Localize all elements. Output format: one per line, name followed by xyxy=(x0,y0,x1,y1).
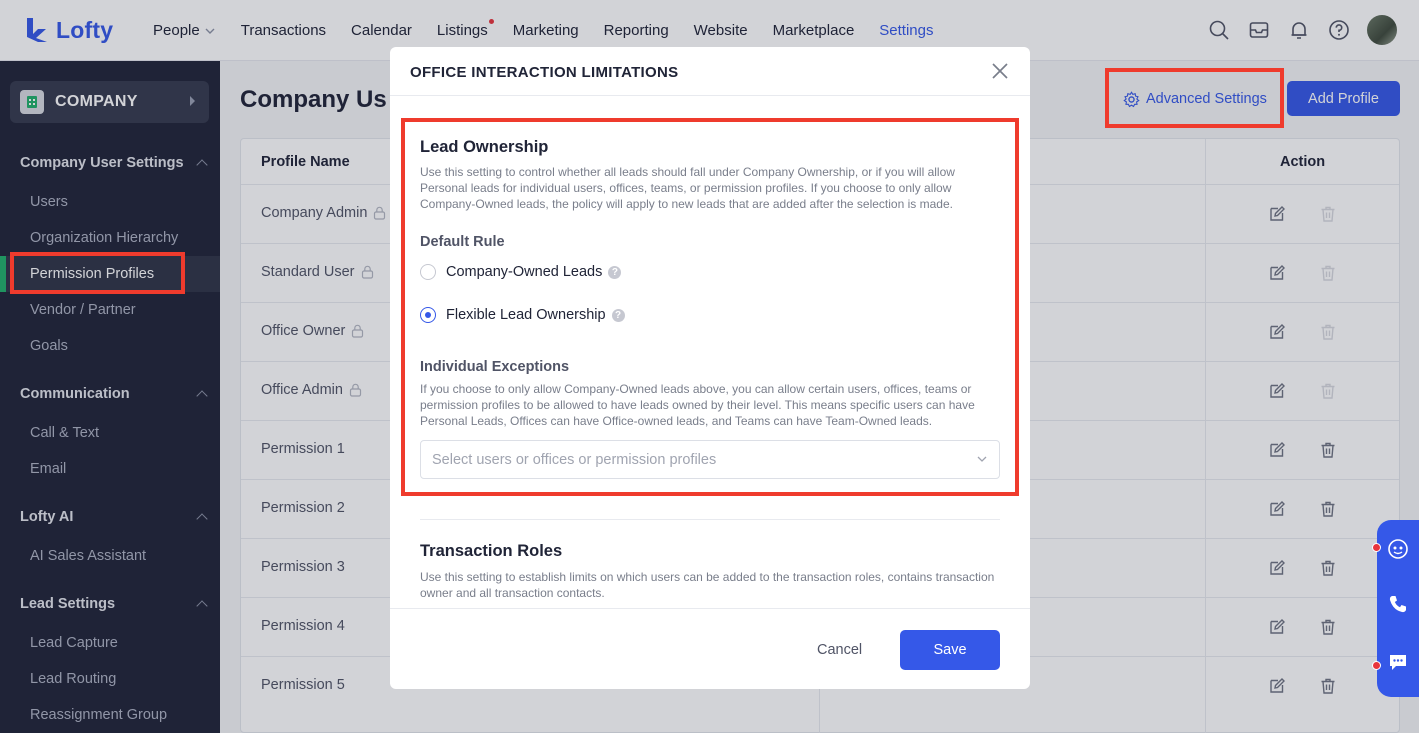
phone-icon[interactable] xyxy=(1387,593,1409,615)
ai-assistant-icon[interactable] xyxy=(1387,538,1409,560)
modal-footer: Cancel Save xyxy=(390,608,1030,689)
modal-title: OFFICE INTERACTION LIMITATIONS xyxy=(410,64,679,81)
cancel-button[interactable]: Cancel xyxy=(817,642,862,658)
chat-icon[interactable] xyxy=(1387,651,1409,673)
highlight-box-lead-ownership xyxy=(401,118,1019,496)
floating-assistant-widget xyxy=(1372,520,1419,697)
notification-dot xyxy=(1372,661,1381,670)
section-divider xyxy=(420,519,1000,520)
transaction-roles-description: Use this setting to establish limits on … xyxy=(420,570,995,600)
save-button[interactable]: Save xyxy=(900,630,1000,670)
notification-dot xyxy=(1372,543,1381,552)
highlight-box-permission-profiles xyxy=(10,252,185,294)
close-icon[interactable] xyxy=(990,61,1010,81)
modal-header: OFFICE INTERACTION LIMITATIONS xyxy=(390,47,1030,96)
transaction-roles-title: Transaction Roles xyxy=(420,542,563,560)
highlight-box-advanced-settings xyxy=(1105,68,1284,128)
